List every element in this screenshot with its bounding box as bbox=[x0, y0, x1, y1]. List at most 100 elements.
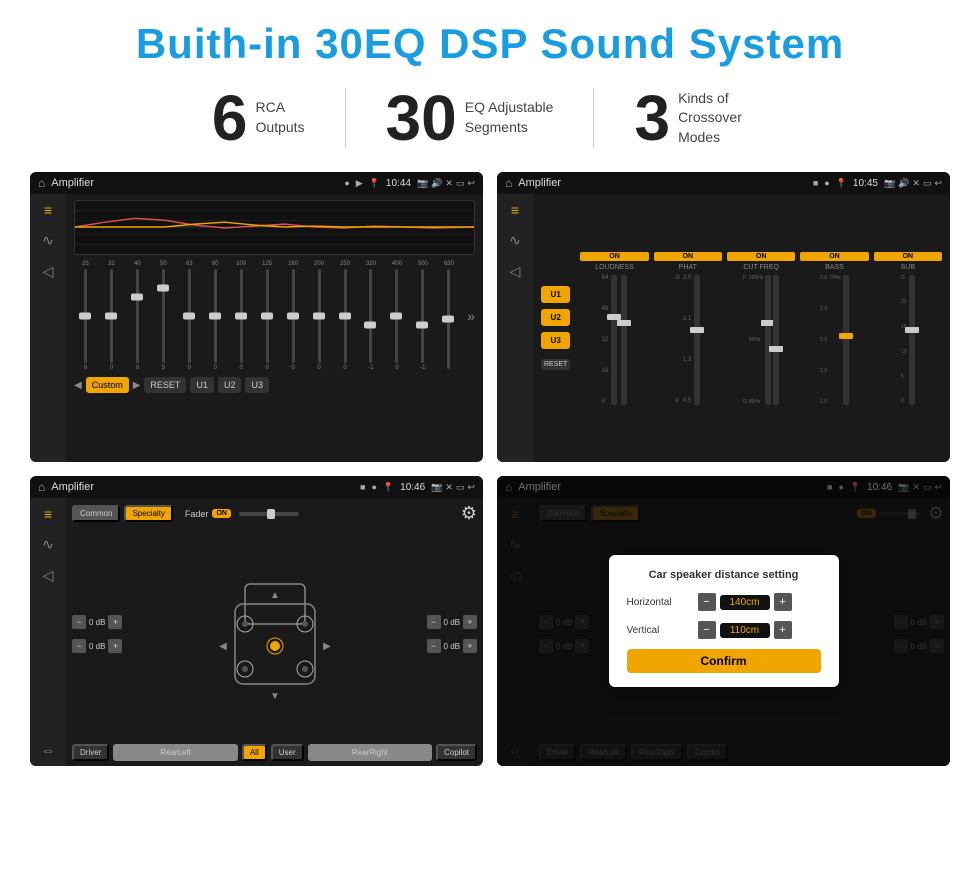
confirm-button[interactable]: Confirm bbox=[627, 649, 821, 673]
arrows-icon-3[interactable]: ⇔ bbox=[41, 742, 55, 758]
fader-on-btn[interactable]: ON bbox=[212, 509, 231, 518]
next-icon[interactable]: ▶ bbox=[133, 380, 141, 391]
svg-text:◀: ◀ bbox=[219, 641, 227, 652]
sub-on[interactable]: ON bbox=[874, 252, 942, 261]
eq-slider-100[interactable]: 100 0 bbox=[230, 261, 253, 371]
plus-btn-2[interactable]: + bbox=[108, 639, 122, 653]
eq-slider-160[interactable]: 160 0 bbox=[282, 261, 305, 371]
screens-grid: ⌂ Amplifier ● ▶ 📍 10:44 📷 🔊 ✕ ▭ ↩ ≡ ∿ bbox=[30, 172, 950, 766]
sub-sliders: G20151050 bbox=[901, 275, 915, 405]
u3-btn[interactable]: U3 bbox=[245, 377, 269, 393]
plus-btn-4[interactable]: + bbox=[463, 639, 477, 653]
horizontal-minus-btn[interactable]: − bbox=[698, 593, 716, 611]
minus-btn-1[interactable]: − bbox=[72, 615, 86, 629]
rear-left-btn[interactable]: RearLeft bbox=[113, 744, 237, 761]
fader-track-h[interactable] bbox=[239, 512, 299, 516]
channel-loudness: ON LOUDNESS 644832160 bbox=[580, 252, 648, 405]
eq-slider-80[interactable]: 80 0 bbox=[204, 261, 227, 371]
horizontal-label: Horizontal bbox=[627, 597, 692, 608]
eq-icon-3[interactable]: ≡ bbox=[44, 506, 52, 522]
minus-btn-2[interactable]: − bbox=[72, 639, 86, 653]
eq-slider-63[interactable]: 63 0 bbox=[178, 261, 201, 371]
eq-slider-200[interactable]: 200 0 bbox=[308, 261, 331, 371]
bass-on[interactable]: ON bbox=[800, 252, 868, 261]
x-icon-1: ✕ bbox=[445, 178, 453, 189]
vertical-plus-btn[interactable]: + bbox=[774, 621, 792, 639]
fader-body: − 0 dB + − 0 dB + bbox=[72, 528, 477, 740]
home-icon-2[interactable]: ⌂ bbox=[505, 176, 512, 190]
x-icon-2: ✕ bbox=[912, 178, 920, 189]
speaker-icon-2[interactable]: ◁ bbox=[510, 263, 521, 280]
eq-icon-1[interactable]: ≡ bbox=[44, 202, 52, 218]
user-btn[interactable]: User bbox=[271, 744, 304, 761]
reset-btn-2[interactable]: RESET bbox=[541, 359, 570, 370]
svg-text:▲: ▲ bbox=[270, 590, 280, 601]
cutfreq-sliders: FG 100Hz90Hz80Hz bbox=[743, 275, 779, 405]
sub-label: SUB bbox=[901, 264, 915, 271]
left-controls: − 0 dB + − 0 dB + bbox=[72, 528, 122, 740]
vertical-minus-btn[interactable]: − bbox=[698, 621, 716, 639]
eq-slider-50[interactable]: 50 5 bbox=[152, 261, 175, 371]
u1-btn[interactable]: U1 bbox=[190, 377, 214, 393]
page-title: Buith-in 30EQ DSP Sound System bbox=[30, 20, 950, 68]
car-svg: ▲ ▼ ◀ ▶ bbox=[215, 564, 335, 704]
vertical-stepper[interactable]: − 110cm + bbox=[698, 621, 792, 639]
phat-sliders: GF 3.02.11.30.5 bbox=[675, 275, 700, 405]
cutfreq-on[interactable]: ON bbox=[727, 252, 795, 261]
plus-btn-1[interactable]: + bbox=[108, 615, 122, 629]
home-icon-3[interactable]: ⌂ bbox=[38, 480, 45, 494]
eq-slider-630[interactable]: 630 bbox=[437, 261, 460, 371]
loudness-on[interactable]: ON bbox=[580, 252, 648, 261]
back-icon-1: ↩ bbox=[467, 178, 475, 189]
preset-u2[interactable]: U2 bbox=[541, 309, 570, 326]
status-bar-2: ⌂ Amplifier ■ ● 📍 10:45 📷 🔊 ✕ ▭ ↩ bbox=[497, 172, 950, 194]
loudness-sliders: 644832160 bbox=[602, 275, 628, 405]
db-value-1: 0 dB bbox=[89, 618, 105, 627]
minus-btn-4[interactable]: − bbox=[427, 639, 441, 653]
horizontal-plus-btn[interactable]: + bbox=[774, 593, 792, 611]
sidebar-2: ≡ ∿ ◁ bbox=[497, 194, 533, 462]
eq-slider-125[interactable]: 125 0 bbox=[256, 261, 279, 371]
wave-icon-3[interactable]: ∿ bbox=[42, 536, 54, 553]
eq-sliders: 25 0 32 0 40 0 bbox=[74, 261, 475, 371]
screen-amp2: ⌂ Amplifier ■ ● 📍 10:45 📷 🔊 ✕ ▭ ↩ ≡ ∿ bbox=[497, 172, 950, 462]
preset-u3[interactable]: U3 bbox=[541, 332, 570, 349]
eq-slider-500[interactable]: 500 -1 bbox=[411, 261, 434, 371]
driver-btn[interactable]: Driver bbox=[72, 744, 109, 761]
u2-btn[interactable]: U2 bbox=[218, 377, 242, 393]
eq-slider-320[interactable]: 320 -1 bbox=[359, 261, 382, 371]
plus-btn-3[interactable]: + bbox=[463, 615, 477, 629]
eq-slider-40[interactable]: 40 0 bbox=[126, 261, 149, 371]
location-icon-2: 📍 bbox=[836, 178, 847, 189]
eq-slider-250[interactable]: 250 0 bbox=[334, 261, 357, 371]
dot-icon-1: ● bbox=[344, 178, 349, 188]
settings-icon-3[interactable]: ⚙ bbox=[461, 503, 477, 524]
volume-icon-1: 🔊 bbox=[431, 178, 442, 189]
reset-btn[interactable]: RESET bbox=[144, 377, 186, 393]
eq-slider-400[interactable]: 400 0 bbox=[385, 261, 408, 371]
rear-right-btn[interactable]: RearRight bbox=[308, 744, 432, 761]
wave-icon-1[interactable]: ∿ bbox=[42, 232, 54, 249]
prev-icon[interactable]: ◀ bbox=[74, 380, 82, 391]
amp2-main: U1 U2 U3 RESET ON LOUDNESS bbox=[533, 194, 950, 462]
phat-on[interactable]: ON bbox=[654, 252, 722, 261]
channel-list: ON LOUDNESS 644832160 bbox=[580, 252, 942, 405]
eq-icon-2[interactable]: ≡ bbox=[511, 202, 519, 218]
horizontal-stepper[interactable]: − 140cm + bbox=[698, 593, 792, 611]
all-btn[interactable]: All bbox=[242, 744, 267, 761]
custom-btn[interactable]: Custom bbox=[86, 377, 129, 393]
speaker-icon-1[interactable]: ◁ bbox=[43, 263, 54, 280]
minus-btn-3[interactable]: − bbox=[427, 615, 441, 629]
camera-icon-1: 📷 bbox=[417, 178, 428, 189]
eq-slider-32[interactable]: 32 0 bbox=[100, 261, 123, 371]
fader-thumb-h[interactable] bbox=[267, 509, 275, 519]
copilot-btn[interactable]: Copilot bbox=[436, 744, 477, 761]
preset-u1[interactable]: U1 bbox=[541, 286, 570, 303]
expand-icon[interactable]: » bbox=[467, 308, 475, 324]
wave-icon-2[interactable]: ∿ bbox=[509, 232, 521, 249]
home-icon-1[interactable]: ⌂ bbox=[38, 176, 45, 190]
eq-slider-25[interactable]: 25 0 bbox=[74, 261, 97, 371]
specialty-tab[interactable]: Specialty bbox=[124, 505, 172, 522]
speaker-icon-3[interactable]: ◁ bbox=[43, 567, 54, 584]
common-tab[interactable]: Common bbox=[72, 505, 120, 522]
